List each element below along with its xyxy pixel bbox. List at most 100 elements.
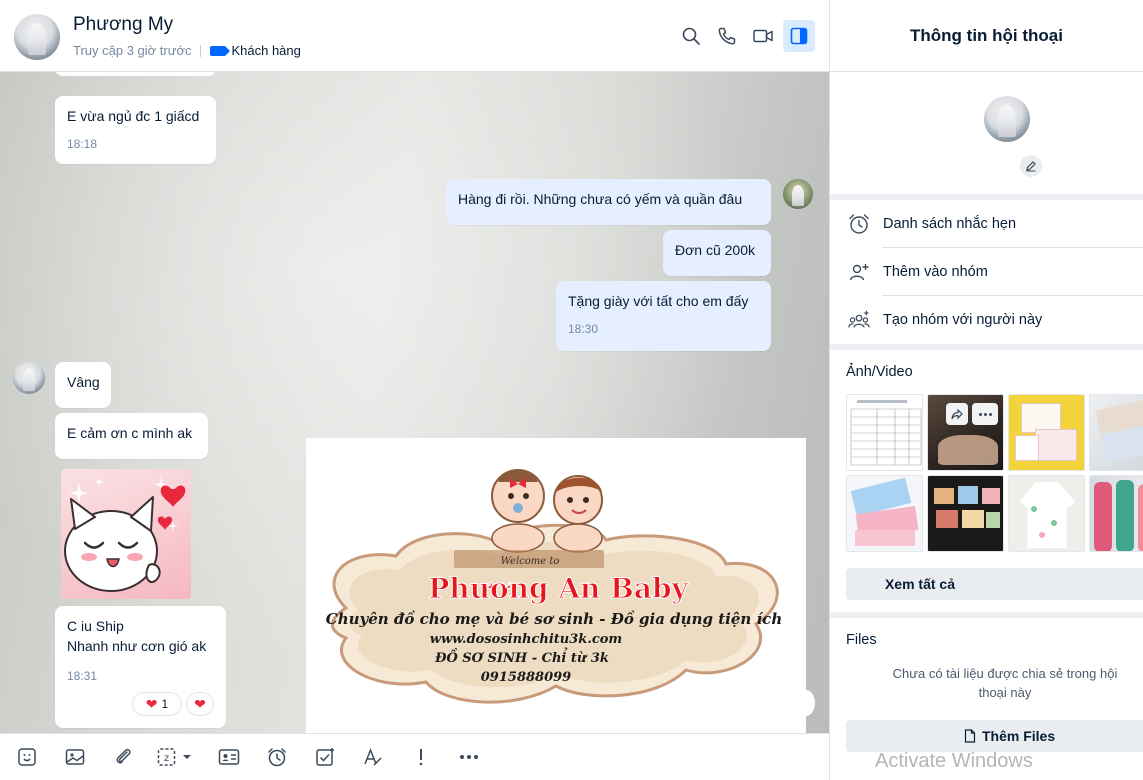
heart-icon: ❤ — [194, 695, 206, 712]
video-call-button[interactable] — [747, 20, 779, 52]
message-list[interactable]: Lấy hàng chưa ra ở E vừa ngủ đc 1 giấcd … — [0, 72, 829, 733]
media-thumbnail[interactable] — [927, 475, 1004, 552]
alarm-clock-icon — [847, 212, 871, 236]
truncated-message: Lấy hàng chưa ra ở — [55, 72, 216, 76]
format-text-icon — [364, 747, 382, 766]
add-files-label: Thêm Files — [982, 728, 1056, 744]
info-panel-title: Thông tin hội thoại — [830, 0, 1143, 72]
contact-avatar[interactable] — [14, 14, 60, 60]
message-bubble[interactable]: Hàng đi rồi. Những chưa có yếm và quần đ… — [446, 179, 771, 225]
create-group-icon — [847, 308, 871, 332]
mark-urgent-button[interactable] — [404, 740, 438, 774]
search-icon — [682, 27, 700, 45]
message-text: Đơn cũ 200k — [675, 242, 756, 258]
sticker-icon — [18, 748, 36, 766]
reminder-list-item[interactable]: Danh sách nhắc hẹn — [830, 200, 1143, 248]
assign-task-button[interactable] — [308, 740, 342, 774]
message-bubble[interactable]: Vâng — [55, 362, 111, 408]
shop-banner-image[interactable]: Welcome to Phương An Baby Chuyên đồ cho … — [306, 438, 806, 733]
sticker-button[interactable] — [10, 740, 44, 774]
message-text: E cảm ơn c mình ak — [67, 425, 193, 441]
create-group-item[interactable]: Tạo nhóm với người này — [830, 296, 1143, 344]
composer-toolbar: z — [0, 733, 829, 780]
heart-icon: ❤ — [145, 695, 158, 712]
video-call-icon — [753, 29, 773, 43]
pencil-icon — [1026, 161, 1036, 172]
banner-phone: 0915888099 — [481, 670, 571, 685]
more-icon[interactable] — [972, 403, 998, 425]
media-section-title[interactable]: Ảnh/Video — [846, 364, 913, 380]
message-bubble[interactable]: Tặng giày với tất cho em đấy 18:30 — [556, 281, 771, 351]
share-icon[interactable] — [946, 403, 968, 425]
reaction-count: 1 — [161, 697, 169, 711]
message-bubble[interactable]: E vừa ngủ đc 1 giấcd 18:18 — [55, 96, 216, 164]
attach-file-button[interactable] — [106, 740, 140, 774]
conversation-info-panel: Thông tin hội thoại Danh sách nhắc hẹn T… — [829, 0, 1143, 780]
add-to-group-item[interactable]: Thêm vào nhóm — [830, 248, 1143, 296]
scroll-to-bottom-button[interactable] — [797, 690, 815, 716]
my-avatar[interactable] — [783, 179, 813, 209]
message-bubble[interactable]: Đơn cũ 200k — [663, 230, 771, 276]
action-label: Danh sách nhắc hẹn — [883, 216, 1017, 232]
media-thumbnail[interactable] — [846, 394, 923, 471]
search-button[interactable] — [675, 20, 707, 52]
media-thumbnail[interactable] — [1008, 475, 1085, 552]
message-bubble[interactable]: E cảm ơn c mình ak — [55, 413, 208, 459]
panel-toggle-icon — [790, 27, 808, 45]
image-button[interactable] — [58, 740, 92, 774]
chat-header: Phương My Truy cập 3 giờ trước Khách hàn… — [0, 0, 829, 72]
svg-text:z: z — [164, 753, 169, 764]
screenshot-icon: z — [157, 748, 191, 766]
windows-activation-watermark: Activate Windows — [875, 750, 1033, 772]
tag-icon — [210, 45, 231, 56]
banner-website: www.dososinhchitu3k.com — [430, 632, 622, 647]
message-text: Tặng giày với tất cho em đấy — [568, 293, 749, 309]
send-contact-card-button[interactable] — [212, 740, 246, 774]
attachment-icon — [116, 748, 131, 764]
header-actions — [675, 20, 815, 52]
profile-avatar[interactable] — [984, 96, 1030, 142]
screenshot-button[interactable]: z — [154, 740, 198, 774]
more-icon — [460, 755, 478, 759]
message-time: 18:31 — [67, 669, 98, 683]
reminder-icon — [268, 748, 286, 767]
contact-name[interactable]: Phương My — [73, 14, 173, 36]
banner-graphic: Welcome to Phương An Baby Chuyên đồ cho … — [326, 469, 782, 704]
sticker-image[interactable] — [61, 469, 191, 599]
message-text: E vừa ngủ đc 1 giấcd — [67, 108, 200, 124]
media-thumbnail[interactable] — [927, 394, 1004, 471]
media-thumbnail[interactable] — [1089, 394, 1143, 471]
action-label: Thêm vào nhóm — [883, 264, 988, 280]
format-text-button[interactable] — [356, 740, 390, 774]
files-section-title[interactable]: Files — [846, 632, 877, 648]
message-text-line: C iu Ship — [67, 618, 124, 634]
message-text-line: Nhanh như cơn gió ak — [67, 638, 207, 654]
toggle-info-panel-button[interactable] — [783, 20, 815, 52]
message-time: 18:18 — [67, 137, 98, 151]
contact-card-icon — [218, 749, 240, 765]
media-thumbnail[interactable] — [1089, 475, 1143, 552]
react-button[interactable]: ❤ — [186, 692, 214, 716]
urgent-icon — [419, 749, 423, 766]
contact-status: Truy cập 3 giờ trước Khách hàng — [73, 43, 301, 58]
media-section: Ảnh/Video Xem tất cả — [830, 350, 1143, 612]
see-all-media-button[interactable]: Xem tất cả — [846, 568, 1143, 600]
reminder-button[interactable] — [260, 740, 294, 774]
media-grid — [846, 394, 1143, 552]
more-options-button[interactable] — [452, 740, 486, 774]
file-icon — [964, 729, 976, 743]
reaction-summary[interactable]: ❤ 1 — [132, 692, 182, 716]
phone-icon — [718, 27, 736, 45]
message-text: Vâng — [67, 374, 100, 390]
call-button[interactable] — [711, 20, 743, 52]
banner-slogan: Chuyên đồ cho mẹ và bé sơ sinh - Đồ gia … — [326, 610, 782, 628]
add-files-button[interactable]: Thêm Files — [846, 720, 1143, 752]
media-thumbnail[interactable] — [846, 475, 923, 552]
message-text: Hàng đi rồi. Những chưa có yếm và quần đ… — [458, 191, 743, 207]
edit-name-button[interactable] — [1020, 155, 1042, 177]
message-time: 18:30 — [568, 322, 599, 336]
media-thumbnail[interactable] — [1008, 394, 1085, 471]
add-user-icon — [847, 260, 871, 284]
customer-tag[interactable]: Khách hàng — [231, 43, 300, 58]
contact-message-avatar[interactable] — [13, 362, 45, 394]
